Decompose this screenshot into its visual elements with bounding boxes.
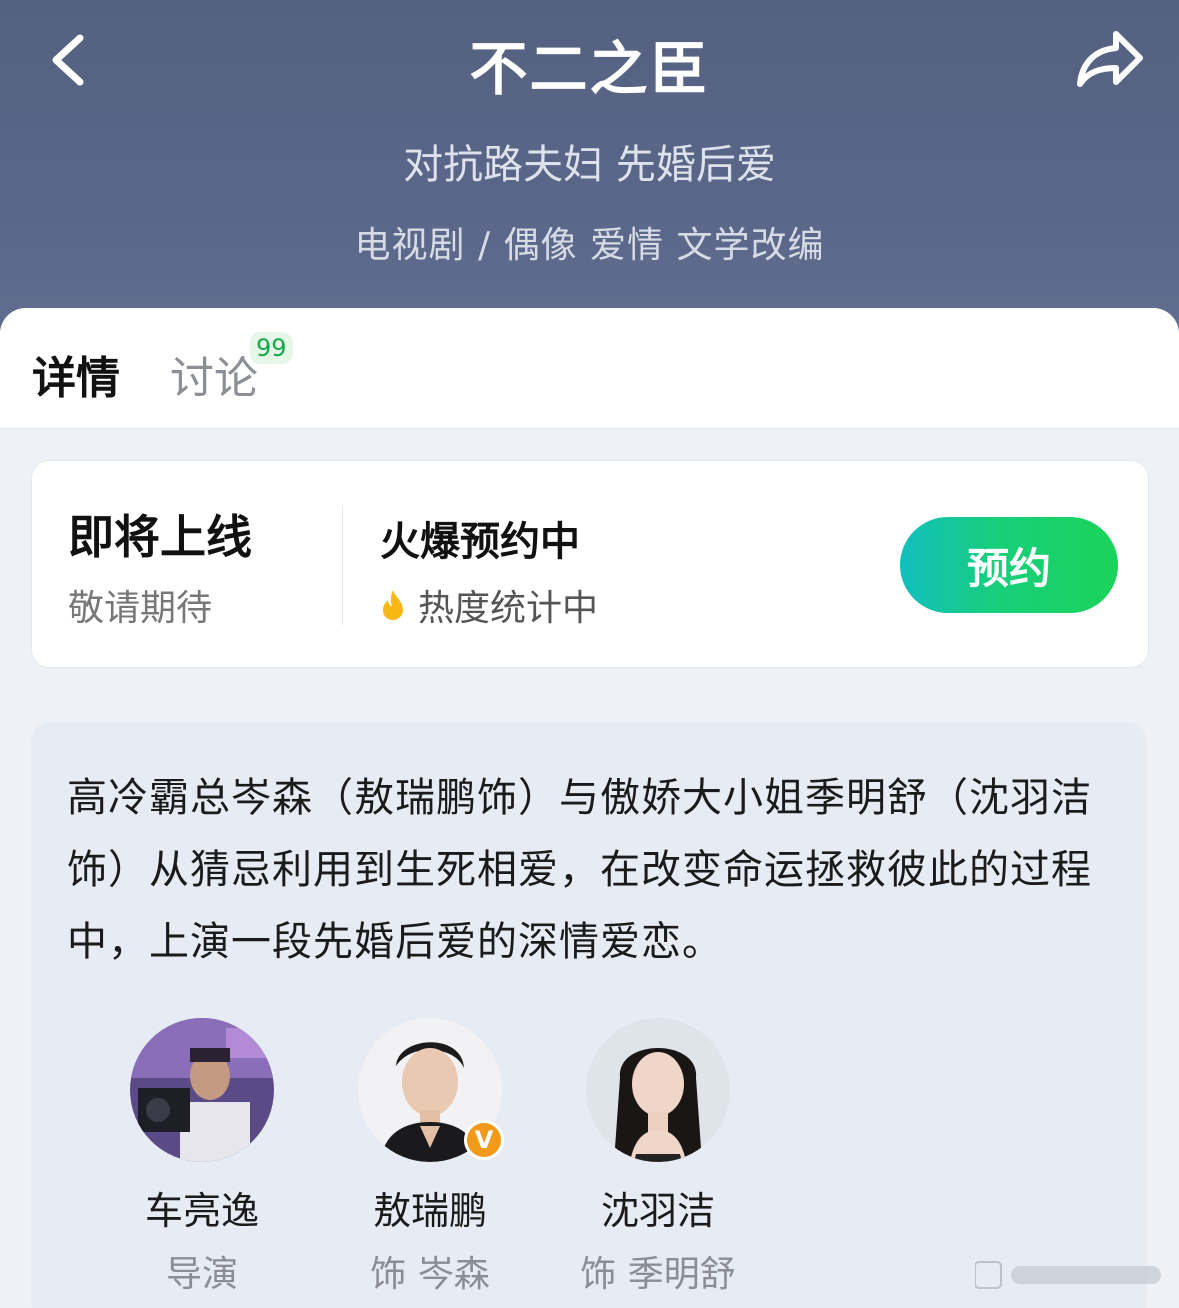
cast-role: 饰 岑森	[370, 1254, 490, 1295]
flame-icon	[383, 590, 403, 620]
cast-role: 饰 季明舒	[580, 1254, 736, 1295]
tab-bar: 详情 讨论 99	[0, 308, 1179, 429]
reservation-title: 火爆预约中	[380, 519, 580, 565]
tab-detail[interactable]: 详情	[32, 342, 120, 406]
avatar	[586, 1018, 730, 1162]
page-title: 不二之臣	[469, 35, 710, 103]
avatar	[130, 1018, 274, 1162]
cast-name: 沈羽洁	[600, 1189, 715, 1233]
synopsis-text: 高冷霸总岑森（敖瑞鹏饰）与傲娇大小姐季明舒（沈羽洁饰）从猜忌利用到生死相爱，在改…	[67, 775, 1092, 965]
show-tagline: 对抗路夫妇 先婚后爱	[403, 142, 776, 188]
show-genre-meta: 电视剧 / 偶像 爱情 文学改编	[354, 225, 825, 266]
heat-status: 热度统计中	[380, 579, 598, 631]
share-button[interactable]	[1072, 26, 1148, 92]
reserve-button[interactable]: 预约	[900, 517, 1118, 613]
cast-name: 车亮逸	[144, 1189, 259, 1233]
cast-member-shen-yujie[interactable]: 沈羽洁 饰 季明舒	[543, 1018, 773, 1297]
cast-member-director[interactable]: 车亮逸 导演	[87, 1018, 317, 1297]
tab-discussion[interactable]: 讨论	[170, 342, 258, 406]
header: 不二之臣 对抗路夫妇 先婚后爱 电视剧 / 偶像 爱情 文学改编	[0, 0, 1179, 360]
divider	[342, 505, 343, 625]
content-sheet: 详情 讨论 99 即将上线 敬请期待 火爆预约中 热度统计中 预约 高冷霸总岑森…	[0, 308, 1179, 1308]
discussion-count-badge: 99	[250, 332, 293, 364]
release-card: 即将上线 敬请期待 火爆预约中 热度统计中 预约	[31, 460, 1149, 668]
heat-text: 热度统计中	[418, 588, 599, 629]
release-status-sub: 敬请期待	[68, 588, 213, 629]
watermark-icon	[975, 1261, 1161, 1289]
cast-member-ao-ruipeng[interactable]: V 敖瑞鹏 饰 岑森	[315, 1018, 545, 1297]
synopsis-card: 高冷霸总岑森（敖瑞鹏饰）与傲娇大小姐季明舒（沈羽洁饰）从猜忌利用到生死相爱，在改…	[31, 722, 1147, 1308]
cast-name: 敖瑞鹏	[372, 1189, 487, 1233]
avatar: V	[358, 1018, 504, 1162]
share-icon	[1077, 31, 1143, 87]
cast-list: 车亮逸 导演 V 敖瑞鹏 饰 岑森 沈羽洁 饰 季明舒	[31, 1018, 1147, 1298]
cast-role: 导演	[165, 1254, 238, 1295]
release-status: 即将上线	[68, 510, 252, 564]
verified-badge-icon: V	[464, 1120, 504, 1160]
